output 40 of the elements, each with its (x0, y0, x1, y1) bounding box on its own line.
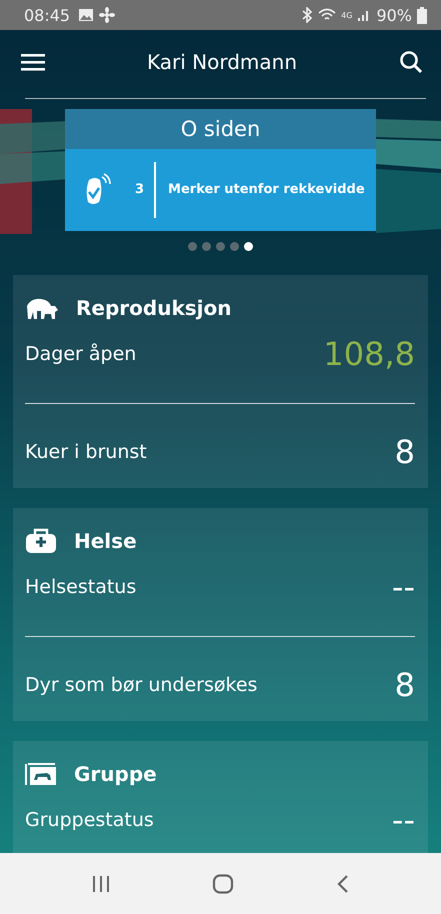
page-dot[interactable] (216, 242, 225, 251)
page-dot[interactable] (188, 242, 197, 251)
page-dot[interactable] (202, 242, 211, 251)
recent-apps-button[interactable] (90, 874, 111, 892)
bluetooth-icon (301, 7, 314, 23)
medical-bag-icon (25, 528, 57, 554)
card-title: Gruppe (74, 762, 157, 786)
summary-card[interactable]: Helse Helsestatus -- Dyr som bør undersøkes 8 (13, 508, 428, 721)
alert-count: 3 (135, 182, 144, 198)
back-button[interactable] (336, 874, 350, 894)
page-dot[interactable] (244, 242, 253, 251)
metric-value: 8 (394, 433, 415, 471)
metric-value: -- (392, 801, 415, 839)
battery-percent: 90% (376, 6, 412, 24)
home-button[interactable] (212, 874, 234, 894)
image-icon (78, 8, 94, 22)
search-button[interactable] (398, 50, 423, 74)
battery-icon (417, 6, 427, 24)
metric-label: Dyr som bør undersøkes (25, 674, 258, 696)
banner-title: O siden (65, 108, 376, 149)
network-label: 4G (341, 10, 352, 20)
metric-value: -- (392, 568, 415, 606)
summary-card[interactable]: Gruppe Gruppestatus -- (13, 741, 428, 853)
metric-value: 8 (394, 666, 415, 704)
metric-label: Dager åpen (25, 343, 136, 365)
page-dot[interactable] (230, 242, 239, 251)
alert-label: Merker utenfor rekkevidde (168, 182, 365, 198)
wifi-icon (318, 8, 336, 22)
animals-icon (25, 296, 59, 320)
metric-label: Helsestatus (25, 576, 136, 598)
page-title: Kari Nordmann (146, 50, 297, 74)
menu-button[interactable] (21, 53, 45, 72)
card-title: Helse (74, 529, 137, 553)
clock-time: 08:45 (24, 6, 70, 24)
summary-card[interactable]: Reproduksjon Dager åpen 108,8 Kuer i brunst 8 (13, 275, 428, 488)
metric-label: Kuer i brunst (25, 441, 147, 463)
metric-value: 108,8 (323, 335, 415, 373)
metric-label: Gruppestatus (25, 809, 154, 831)
fan-icon (99, 7, 116, 23)
card-title: Reproduksjon (76, 296, 232, 320)
